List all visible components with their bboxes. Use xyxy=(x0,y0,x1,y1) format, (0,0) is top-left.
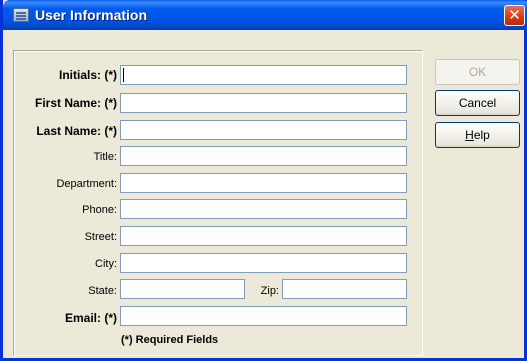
last-name-field[interactable] xyxy=(120,120,407,140)
title-label: Title: xyxy=(93,151,117,163)
window-app-icon xyxy=(13,8,29,22)
title-bar[interactable]: User Information ✕ xyxy=(3,0,527,30)
zip-label: Zip: xyxy=(260,285,279,297)
dialog-window: User Information ✕ Initials: (*) First N… xyxy=(0,0,527,361)
department-label: Department: xyxy=(56,178,117,190)
help-button[interactable]: Help xyxy=(435,122,520,148)
zip-field[interactable] xyxy=(282,279,407,299)
city-field[interactable] xyxy=(120,253,407,273)
initials-field[interactable] xyxy=(120,65,407,85)
phone-label: Phone: xyxy=(82,204,117,216)
email-label: Email: (*) xyxy=(64,311,117,325)
title-field[interactable] xyxy=(120,146,407,166)
last-name-label: Last Name: (*) xyxy=(36,124,117,138)
city-label: City: xyxy=(95,258,117,270)
help-mnemonic: H xyxy=(465,128,474,142)
street-label: Street: xyxy=(84,231,117,243)
phone-field[interactable] xyxy=(120,199,407,219)
ok-button[interactable]: OK xyxy=(435,59,520,85)
help-label-rest: elp xyxy=(473,128,490,142)
initials-label: Initials: (*) xyxy=(58,68,117,82)
first-name-label: First Name: (*) xyxy=(34,96,117,110)
cancel-button[interactable]: Cancel xyxy=(435,90,520,116)
first-name-field[interactable] xyxy=(120,93,407,113)
department-field[interactable] xyxy=(120,173,407,193)
email-field[interactable] xyxy=(120,306,407,326)
window-title: User Information xyxy=(35,7,148,23)
required-fields-note: (*) Required Fields xyxy=(121,334,219,346)
close-button[interactable]: ✕ xyxy=(504,5,525,26)
state-label: State: xyxy=(88,285,117,297)
street-field[interactable] xyxy=(120,226,407,246)
